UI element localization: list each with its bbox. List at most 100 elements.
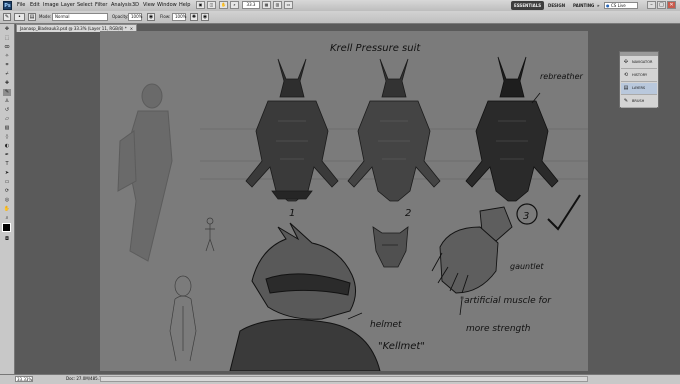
3d-rotate-tool-icon[interactable]: ⟳: [3, 188, 11, 195]
foreground-color-swatch[interactable]: [2, 223, 11, 232]
menu-3d[interactable]: 3D: [132, 2, 139, 8]
healing-brush-tool-icon[interactable]: ✚: [3, 80, 11, 87]
close-button[interactable]: ✕: [667, 1, 676, 9]
panel-history-label: HISTORY: [632, 73, 648, 77]
workspace-more[interactable]: »: [594, 1, 603, 10]
gauntlet-note: gauntlet: [510, 262, 544, 271]
eyedropper-tool-icon[interactable]: ⌿: [3, 71, 11, 78]
menu-view[interactable]: View: [143, 2, 155, 8]
mode-select[interactable]: Normal: [52, 13, 108, 21]
minimize-button[interactable]: –: [647, 1, 656, 9]
path-selection-tool-icon[interactable]: ➤: [3, 170, 11, 177]
eraser-tool-icon[interactable]: ▱: [3, 116, 11, 123]
ghost-figure-left: [117, 83, 173, 262]
blur-tool-icon[interactable]: ◊: [3, 134, 11, 141]
horizontal-scrollbar[interactable]: [100, 376, 588, 382]
panel-navigator[interactable]: ✣ NAVIGATOR: [621, 57, 657, 69]
checkmark-mark: [547, 194, 581, 231]
menu-file[interactable]: File: [17, 2, 25, 8]
layers-icon: ▤: [623, 85, 629, 91]
panel-dock-header[interactable]: [620, 52, 658, 56]
document-canvas[interactable]: Krell Pressure suit rebreather 1 2 3 gau…: [100, 31, 588, 371]
crop-tool-icon[interactable]: ⌗: [3, 62, 11, 69]
3d-orbit-tool-icon[interactable]: ◎: [3, 197, 11, 204]
hand-tool-icon[interactable]: ✋: [219, 1, 228, 9]
panel-brush-label: BRUSH: [632, 99, 645, 103]
helmet-small-sketch: [372, 226, 409, 268]
cs-live-button[interactable]: ● CS Live: [604, 2, 638, 9]
panel-layers[interactable]: ▤ LAYERS: [621, 83, 657, 95]
zoom-tool-icon[interactable]: ⌕: [230, 1, 239, 9]
panel-layers-label: LAYERS: [632, 86, 646, 90]
lasso-tool-icon[interactable]: ꝏ: [3, 44, 11, 51]
workspace-design[interactable]: DESIGN: [545, 1, 568, 10]
opacity-label: Opacity:: [112, 14, 129, 19]
brush-preset-icon[interactable]: ✎: [3, 13, 11, 21]
rebreather-note: rebreather: [540, 72, 584, 81]
sketch-artwork: Krell Pressure suit rebreather 1 2 3 gau…: [117, 43, 588, 371]
panel-brush[interactable]: ✎ BRUSH: [621, 96, 657, 108]
arrange-documents-icon[interactable]: ▥: [273, 1, 282, 9]
menu-image[interactable]: Image: [43, 2, 59, 8]
grid-icon[interactable]: ▦: [262, 1, 271, 9]
status-zoom-field[interactable]: 33.33%: [15, 376, 33, 382]
small-figure-sketch: [205, 217, 215, 252]
suit-figure-2: [347, 58, 441, 202]
arrow-helmet-to-head: [347, 312, 363, 320]
dodge-tool-icon[interactable]: ◐: [3, 143, 11, 150]
brush-size-picker[interactable]: •: [14, 13, 25, 21]
mode-label: Mode:: [39, 14, 52, 19]
restore-button[interactable]: □: [657, 1, 666, 9]
hand-tool-sidebar-icon[interactable]: ✋: [3, 206, 11, 213]
quick-selection-tool-icon[interactable]: ✧: [3, 53, 11, 60]
menu-analysis[interactable]: Analysis: [111, 2, 132, 8]
figure-number-2: 2: [405, 208, 411, 219]
quick-mask-icon[interactable]: ◘: [3, 236, 11, 243]
zoom-tool-sidebar-icon[interactable]: ⌕: [3, 215, 11, 222]
pen-tool-icon[interactable]: ✒: [3, 152, 11, 159]
shape-tool-icon[interactable]: ▭: [3, 179, 11, 186]
clone-stamp-tool-icon[interactable]: ♙: [3, 98, 11, 105]
brush-panel-toggle-icon[interactable]: ▤: [28, 13, 36, 21]
airbrush-icon[interactable]: ✺: [190, 13, 198, 21]
history-icon: ⟲: [623, 72, 629, 78]
panel-dock: ✣ NAVIGATOR ⟲ HISTORY ▤ LAYERS ✎ BRUSH: [619, 51, 659, 108]
flow-field[interactable]: 100%: [172, 13, 186, 21]
menu-filter[interactable]: Filter: [95, 2, 107, 8]
panel-history[interactable]: ⟲ HISTORY: [621, 70, 657, 82]
kellmet-note: "Kellmet": [378, 341, 425, 352]
figure-sketch-bottom-left: [169, 275, 197, 362]
minibridge-icon[interactable]: ◫: [207, 1, 216, 9]
menu-layer[interactable]: Layer: [61, 2, 75, 8]
panel-navigator-label: NAVIGATOR: [632, 60, 653, 64]
opacity-field[interactable]: 100%: [128, 13, 142, 21]
photoshop-logo: Ps: [3, 1, 12, 10]
suit-figure-1: [245, 58, 339, 202]
helmet-note: helmet: [370, 320, 402, 330]
brush-icon: ✎: [623, 98, 629, 104]
tools-panel: ✥ ⬚ ꝏ ✧ ⌗ ⌿ ✚ ✎ ♙ ↺ ▱ ▧ ◊ ◐ ✒ T ➤ ▭ ⟳ ◎ …: [0, 24, 15, 374]
bridge-icon[interactable]: ▣: [196, 1, 205, 9]
gauntlet-sketch: [431, 206, 513, 294]
move-tool-icon[interactable]: ✥: [3, 26, 11, 33]
pressure-size-icon[interactable]: ◉: [201, 13, 209, 21]
navigator-icon: ✣: [623, 59, 629, 65]
zoom-level-field[interactable]: 33.3: [242, 1, 260, 9]
menu-help[interactable]: Help: [179, 2, 190, 8]
menu-edit[interactable]: Edit: [30, 2, 40, 8]
pressure-opacity-icon[interactable]: ◉: [147, 13, 155, 21]
cs-live-icon: ●: [606, 3, 610, 8]
brush-tool-icon[interactable]: ✎: [3, 89, 11, 96]
gradient-tool-icon[interactable]: ▧: [3, 125, 11, 132]
menu-select[interactable]: Select: [77, 2, 92, 8]
cs-live-label: CS Live: [611, 3, 626, 8]
marquee-tool-icon[interactable]: ⬚: [3, 35, 11, 42]
type-tool-icon[interactable]: T: [3, 161, 11, 168]
flow-label: Flow:: [160, 14, 171, 19]
workspace-essentials[interactable]: ESSENTIALS: [511, 1, 545, 10]
menu-window[interactable]: Window: [157, 2, 177, 8]
muscle-note-line-1: "artificial muscle for: [460, 296, 552, 306]
screen-mode-icon[interactable]: ▭: [284, 1, 293, 9]
history-brush-tool-icon[interactable]: ↺: [3, 107, 11, 114]
sheet-title: Krell Pressure suit: [330, 43, 421, 54]
